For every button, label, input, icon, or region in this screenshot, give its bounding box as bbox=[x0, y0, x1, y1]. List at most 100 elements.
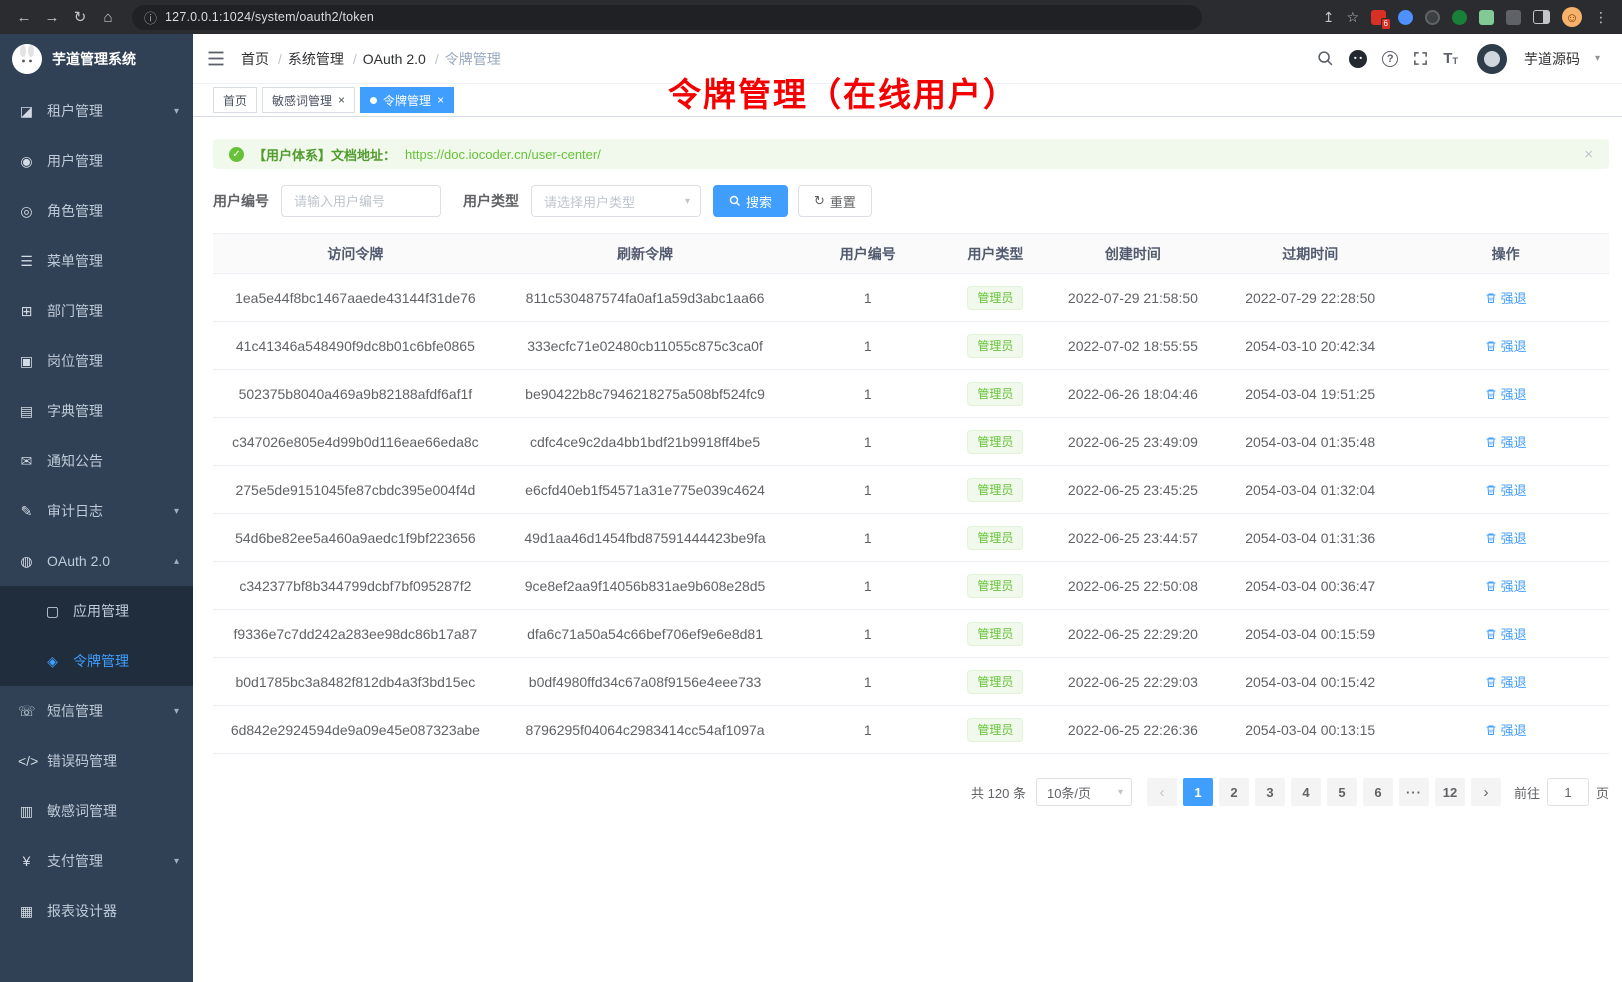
cell-access-token: f9336e7c7dd242a283ee98dc86b17a87 bbox=[213, 610, 498, 658]
breadcrumb-item[interactable]: 系统管理 bbox=[288, 49, 363, 69]
sidebar-item-report-designer[interactable]: ▦ 报表设计器 bbox=[0, 886, 193, 936]
browser-home-icon[interactable]: ⌂ bbox=[94, 4, 122, 30]
user-id-input[interactable] bbox=[281, 185, 441, 217]
browser-menu-kebab-icon[interactable]: ⋮ bbox=[1594, 9, 1608, 26]
force-logout-button[interactable]: 强退 bbox=[1485, 528, 1527, 547]
sidebar-collapse-icon[interactable] bbox=[207, 51, 225, 66]
font-size-icon[interactable]: TT bbox=[1443, 51, 1458, 66]
sidebar-item-audit-log[interactable]: ✎ 审计日志 ▾ bbox=[0, 486, 193, 536]
page-button[interactable]: 6 bbox=[1363, 778, 1393, 806]
page-button[interactable]: 3 bbox=[1255, 778, 1285, 806]
next-page-button[interactable]: › bbox=[1471, 778, 1501, 806]
tab-close-icon[interactable]: × bbox=[338, 94, 345, 106]
force-logout-button[interactable]: 强退 bbox=[1485, 672, 1527, 691]
cell-created-time: 2022-07-29 21:58:50 bbox=[1048, 274, 1218, 322]
tab-label: 首页 bbox=[223, 92, 247, 109]
page-button[interactable]: ··· bbox=[1399, 778, 1429, 806]
force-logout-label: 强退 bbox=[1501, 624, 1527, 643]
page-button[interactable]: 1 bbox=[1183, 778, 1213, 806]
cell-user-id: 1 bbox=[792, 514, 943, 562]
table-row: c347026e805e4d99b0d116eae66eda8c cdfc4ce… bbox=[213, 418, 1609, 466]
reset-button[interactable]: ↻ 重置 bbox=[798, 185, 872, 217]
cell-user-id: 1 bbox=[792, 466, 943, 514]
sidebar-item-oauth2[interactable]: ◍ OAuth 2.0 ▴ bbox=[0, 536, 193, 586]
extension-icon-1[interactable]: 6 bbox=[1371, 10, 1386, 25]
cell-user-type: 管理员 bbox=[943, 514, 1048, 562]
extension-icon-4[interactable] bbox=[1452, 10, 1467, 25]
force-logout-button[interactable]: 强退 bbox=[1485, 480, 1527, 499]
cell-user-type: 管理员 bbox=[943, 274, 1048, 322]
sidebar-item-label: 审计日志 bbox=[47, 501, 162, 521]
sidebar-item-dictionary[interactable]: ▤ 字典管理 bbox=[0, 386, 193, 436]
browser-back-icon[interactable]: ← bbox=[10, 4, 38, 30]
sidebar-item-post[interactable]: ▣ 岗位管理 bbox=[0, 336, 193, 386]
extension-icon-2[interactable] bbox=[1398, 10, 1413, 25]
site-info-icon[interactable]: ⓘ bbox=[144, 8, 157, 27]
bookmark-star-icon[interactable]: ☆ bbox=[1346, 9, 1359, 26]
sidebar-item-role[interactable]: ◎ 角色管理 bbox=[0, 186, 193, 236]
sidebar-item-label: OAuth 2.0 bbox=[47, 553, 162, 569]
user-avatar[interactable] bbox=[1477, 44, 1507, 74]
page-button[interactable]: 4 bbox=[1291, 778, 1321, 806]
force-logout-button[interactable]: 强退 bbox=[1485, 288, 1527, 307]
tab-close-icon[interactable]: × bbox=[437, 94, 444, 106]
side-panel-icon[interactable] bbox=[1533, 10, 1550, 24]
sidebar-item-error-code[interactable]: </> 错误码管理 bbox=[0, 736, 193, 786]
user-type-select[interactable]: 请选择用户类型 ▾ bbox=[531, 185, 701, 217]
browser-profile-avatar[interactable]: ☺ bbox=[1562, 7, 1582, 27]
force-logout-button[interactable]: 强退 bbox=[1485, 432, 1527, 451]
force-logout-button[interactable]: 强退 bbox=[1485, 576, 1527, 595]
tab[interactable]: 敏感词管理 × bbox=[262, 87, 355, 113]
sidebar-item-token-manage[interactable]: ◈ 令牌管理 bbox=[0, 636, 193, 686]
page-button[interactable]: 2 bbox=[1219, 778, 1249, 806]
trash-icon bbox=[1485, 484, 1497, 496]
force-logout-button[interactable]: 强退 bbox=[1485, 720, 1527, 739]
force-logout-button[interactable]: 强退 bbox=[1485, 624, 1527, 643]
sidebar-item-app-manage[interactable]: ▢ 应用管理 bbox=[0, 586, 193, 636]
share-icon[interactable]: ↥ bbox=[1323, 9, 1335, 26]
alert-close-icon[interactable]: × bbox=[1584, 146, 1593, 163]
extension-icon-5[interactable] bbox=[1479, 10, 1494, 25]
user-icon: ◉ bbox=[18, 153, 35, 170]
cell-refresh-token: b0df4980ffd34c67a08f9156e4eee733 bbox=[498, 658, 793, 706]
browser-reload-icon[interactable]: ↻ bbox=[66, 4, 94, 30]
goto-page-input[interactable] bbox=[1547, 778, 1589, 806]
cell-actions: 强退 bbox=[1402, 658, 1609, 706]
browser-forward-icon[interactable]: → bbox=[38, 4, 66, 30]
github-icon[interactable] bbox=[1349, 50, 1367, 68]
table-row: 502375b8040a469a9b82188afdf6af1f be90422… bbox=[213, 370, 1609, 418]
force-logout-button[interactable]: 强退 bbox=[1485, 336, 1527, 355]
tab[interactable]: 首页 × bbox=[213, 87, 257, 113]
sidebar-item-notice[interactable]: ✉ 通知公告 bbox=[0, 436, 193, 486]
tab[interactable]: 令牌管理 × bbox=[360, 87, 454, 113]
search-icon[interactable] bbox=[1317, 50, 1334, 67]
page-size-select[interactable]: 10条/页 ▾ bbox=[1036, 778, 1132, 806]
fullscreen-icon[interactable] bbox=[1413, 51, 1428, 66]
extension-icon-3[interactable] bbox=[1425, 10, 1440, 25]
user-type-label: 用户类型 bbox=[463, 191, 519, 211]
breadcrumb-item[interactable]: OAuth 2.0 bbox=[363, 51, 445, 67]
sidebar-item-payment[interactable]: ¥ 支付管理 ▾ bbox=[0, 836, 193, 886]
sidebar-item-menu[interactable]: ☰ 菜单管理 bbox=[0, 236, 193, 286]
help-icon[interactable]: ? bbox=[1382, 51, 1398, 67]
department-icon: ⊞ bbox=[18, 303, 35, 320]
page-button[interactable]: 5 bbox=[1327, 778, 1357, 806]
main-area: 首页 系统管理 OAuth 2.0 令牌管理 bbox=[193, 34, 1622, 982]
cell-access-token: 41c41346a548490f9dc8b01c6bfe0865 bbox=[213, 322, 498, 370]
browser-url-bar[interactable]: ⓘ 127.0.0.1:1024/system/oauth2/token bbox=[132, 5, 1202, 30]
page-button[interactable]: 12 bbox=[1435, 778, 1465, 806]
cell-user-id: 1 bbox=[792, 322, 943, 370]
sidebar-item-tenant[interactable]: ◪ 租户管理 ▾ bbox=[0, 86, 193, 136]
prev-page-button[interactable]: ‹ bbox=[1147, 778, 1177, 806]
sidebar-item-department[interactable]: ⊞ 部门管理 bbox=[0, 286, 193, 336]
username[interactable]: 芋道源码 bbox=[1524, 49, 1580, 69]
user-type-badge: 管理员 bbox=[967, 574, 1023, 598]
sidebar-item-user[interactable]: ◉ 用户管理 bbox=[0, 136, 193, 186]
sidebar-item-sms[interactable]: ☏ 短信管理 ▾ bbox=[0, 686, 193, 736]
force-logout-button[interactable]: 强退 bbox=[1485, 384, 1527, 403]
search-button[interactable]: 搜索 bbox=[713, 185, 788, 217]
extensions-puzzle-icon[interactable] bbox=[1506, 10, 1521, 25]
doc-link[interactable]: https://doc.iocoder.cn/user-center/ bbox=[405, 147, 601, 162]
sidebar-item-sensitive-word[interactable]: ▥ 敏感词管理 bbox=[0, 786, 193, 836]
breadcrumb-item[interactable]: 首页 bbox=[241, 49, 288, 69]
